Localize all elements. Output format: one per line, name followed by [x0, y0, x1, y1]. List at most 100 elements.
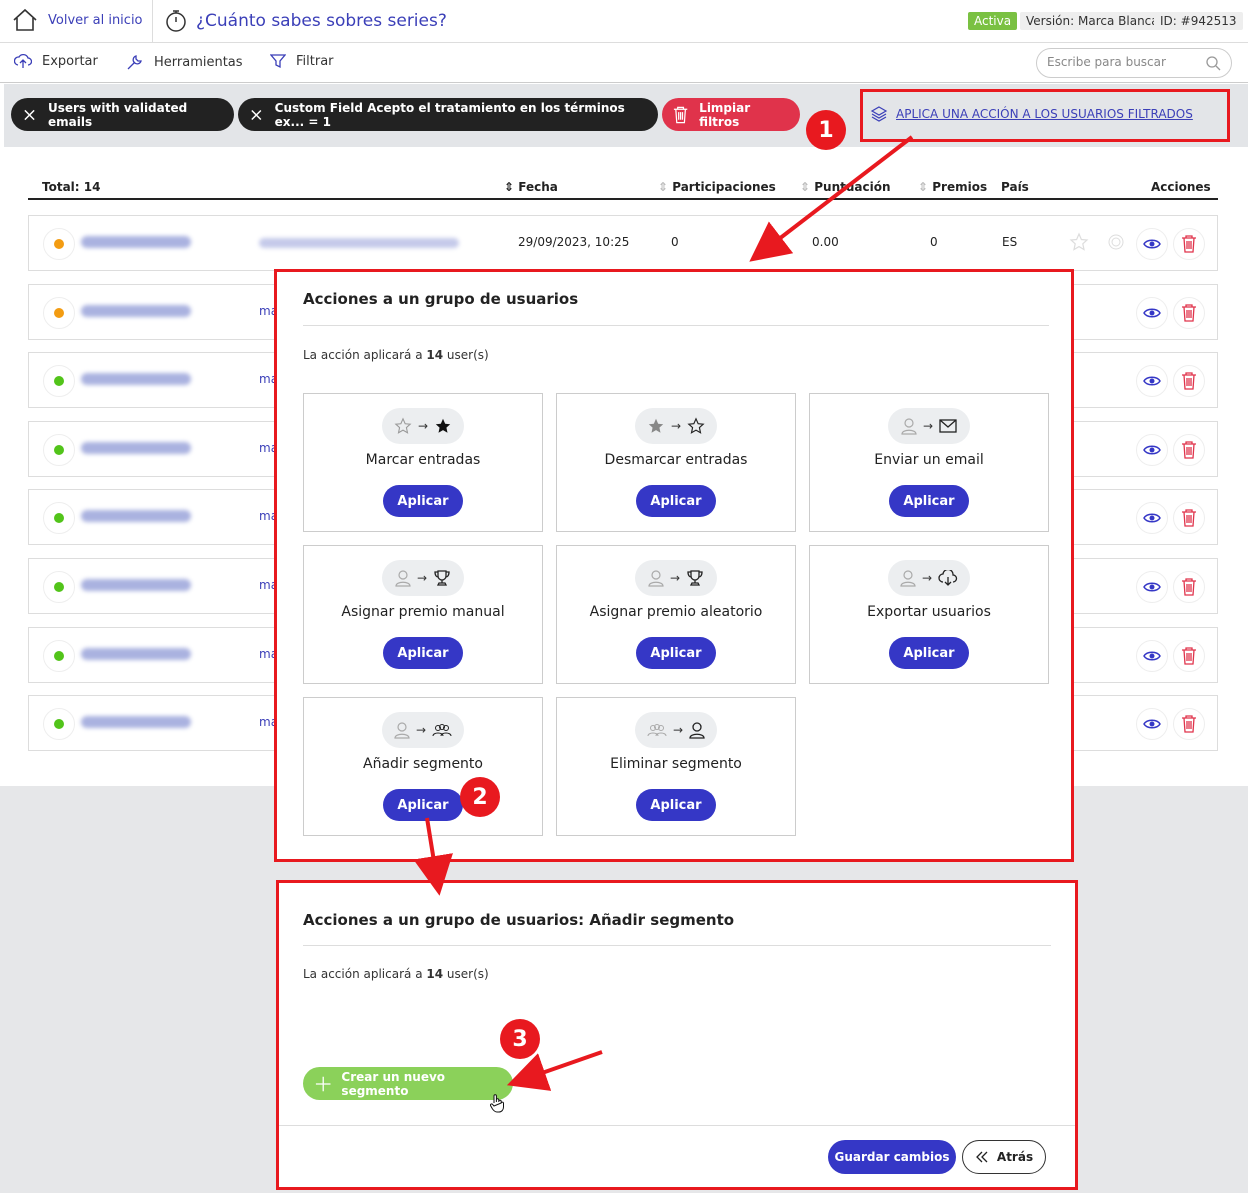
status-dot: [54, 308, 64, 318]
group-actions-modal: Acciones a un grupo de usuarios La acció…: [274, 269, 1074, 862]
close-icon[interactable]: [23, 108, 36, 122]
status-badge: Activa: [968, 12, 1018, 30]
user-name-redacted: [81, 442, 191, 454]
table-row[interactable]: 29/09/2023, 10:25 0 0.00 0 ES: [28, 215, 1218, 271]
col-puntuacion[interactable]: ⇕ Puntuación: [800, 180, 891, 194]
action-card: → Asignar premio aleatorio Aplicar: [556, 545, 796, 684]
delete-icon[interactable]: [1173, 228, 1205, 260]
view-icon[interactable]: [1136, 640, 1168, 672]
step-marker-3: 3: [500, 1019, 540, 1059]
version-badge: Versión: Marca Blanca: [1020, 12, 1165, 30]
save-changes-button[interactable]: Guardar cambios: [828, 1140, 956, 1174]
delete-icon[interactable]: [1173, 434, 1205, 466]
tools-button[interactable]: Herramientas: [126, 53, 243, 71]
action-card-label: Añadir segmento: [363, 756, 483, 772]
chip-label: Users with validated emails: [47, 100, 188, 129]
modal-title: Acciones a un grupo de usuarios: [303, 290, 579, 308]
status-indicator: [43, 708, 75, 740]
user-name-redacted: [81, 716, 191, 728]
step-marker-1: 1: [806, 110, 846, 150]
action-card-label: Asignar premio manual: [341, 604, 505, 620]
view-icon[interactable]: [1136, 297, 1168, 329]
filter-label: Filtrar: [296, 53, 334, 69]
page-title: ¿Cuánto sabes sobres series?: [196, 11, 447, 31]
apply-button[interactable]: Aplicar: [636, 637, 716, 669]
arrow-right-icon: →: [669, 571, 681, 585]
search-input[interactable]: Escribe para buscar: [1036, 48, 1232, 78]
cloud-upload-icon: [14, 53, 32, 68]
action-card: → Eliminar segmento Aplicar: [556, 697, 796, 836]
fingerprint-icon[interactable]: [1106, 232, 1126, 256]
total-count: Total: 14: [42, 180, 101, 194]
filter-button[interactable]: Filtrar: [270, 53, 334, 69]
view-icon[interactable]: [1136, 571, 1168, 603]
apply-button[interactable]: Aplicar: [636, 789, 716, 821]
apply-action-link[interactable]: APLICA UNA ACCIÓN A LOS USUARIOS FILTRAD…: [870, 105, 1193, 123]
arrow-right-icon: →: [670, 419, 682, 433]
home-label: Volver al inicio: [48, 12, 143, 28]
action-card-label: Marcar entradas: [365, 452, 481, 468]
cell-puntuacion: 0.00: [812, 235, 839, 249]
divider: [303, 945, 1051, 946]
version-value: Marca Blanca: [1078, 14, 1159, 28]
hand-cursor-icon: [489, 1093, 505, 1117]
applies-text: La acción aplicará a 14 user(s): [303, 348, 489, 362]
view-icon[interactable]: [1136, 434, 1168, 466]
col-pais: País: [1001, 180, 1029, 194]
action-card-label: Exportar usuarios: [867, 604, 991, 620]
action-card: → Desmarcar entradas Aplicar: [556, 393, 796, 532]
home-icon: [13, 8, 37, 31]
user-email-redacted: [259, 238, 459, 248]
apply-button[interactable]: Aplicar: [889, 485, 969, 517]
status-indicator: [43, 228, 75, 260]
star-filled-to-star-icon: →: [635, 408, 717, 444]
layers-icon: [870, 106, 888, 122]
action-card: → Añadir segmento Aplicar: [303, 697, 543, 836]
col-participaciones-label: Participaciones: [672, 180, 776, 194]
arrow-right-icon: →: [415, 723, 427, 737]
add-segment-modal: Acciones a un grupo de usuarios: Añadir …: [276, 880, 1078, 1190]
view-icon[interactable]: [1136, 365, 1168, 397]
delete-icon[interactable]: [1173, 502, 1205, 534]
apply-button[interactable]: Aplicar: [383, 637, 463, 669]
wrench-icon: [127, 55, 142, 70]
col-fecha[interactable]: ⇕ Fecha: [504, 180, 558, 194]
back-label: Atrás: [996, 1150, 1034, 1164]
col-premios[interactable]: ⇕ Premios: [918, 180, 987, 194]
apply-button[interactable]: Aplicar: [636, 485, 716, 517]
delete-icon[interactable]: [1173, 708, 1205, 740]
view-icon[interactable]: [1136, 502, 1168, 534]
col-puntuacion-label: Puntuación: [814, 180, 891, 194]
delete-icon[interactable]: [1173, 640, 1205, 672]
delete-icon[interactable]: [1173, 297, 1205, 329]
view-icon[interactable]: [1136, 228, 1168, 260]
user-to-group-icon: →: [382, 712, 464, 748]
view-icon[interactable]: [1136, 708, 1168, 740]
apply-button[interactable]: Aplicar: [889, 637, 969, 669]
user-name-redacted: [81, 373, 191, 385]
close-icon[interactable]: [250, 108, 263, 122]
user-to-trophy-icon: →: [635, 560, 717, 596]
export-button[interactable]: Exportar: [14, 53, 98, 69]
home-link[interactable]: Volver al inicio: [12, 8, 143, 32]
arrow-right-icon: →: [417, 419, 429, 433]
star-to-star-filled-icon: →: [382, 408, 464, 444]
trash-icon: [673, 106, 688, 123]
back-button[interactable]: Atrás: [962, 1140, 1046, 1174]
applies-suffix: user(s): [446, 348, 489, 362]
star-icon[interactable]: [1069, 232, 1089, 256]
id-badge: ID: #942513: [1154, 12, 1243, 30]
create-segment-button[interactable]: Crear un nuevo segmento: [303, 1067, 513, 1100]
apply-button[interactable]: Aplicar: [383, 485, 463, 517]
clear-filters-button[interactable]: Limpiar filtros: [662, 98, 800, 131]
action-card: → Enviar un email Aplicar: [809, 393, 1049, 532]
chip-label: Custom Field Acepto el tratamiento en lo…: [274, 100, 625, 129]
delete-icon[interactable]: [1173, 571, 1205, 603]
filter-chip-validated-emails[interactable]: Users with validated emails: [11, 98, 234, 131]
delete-icon[interactable]: [1173, 365, 1205, 397]
col-participaciones[interactable]: ⇕ Participaciones: [658, 180, 776, 194]
filter-chip-custom-field[interactable]: Custom Field Acepto el tratamiento en lo…: [238, 98, 658, 131]
action-card-label: Eliminar segmento: [610, 756, 742, 772]
status-indicator: [43, 434, 75, 466]
apply-button[interactable]: Aplicar: [383, 789, 463, 821]
